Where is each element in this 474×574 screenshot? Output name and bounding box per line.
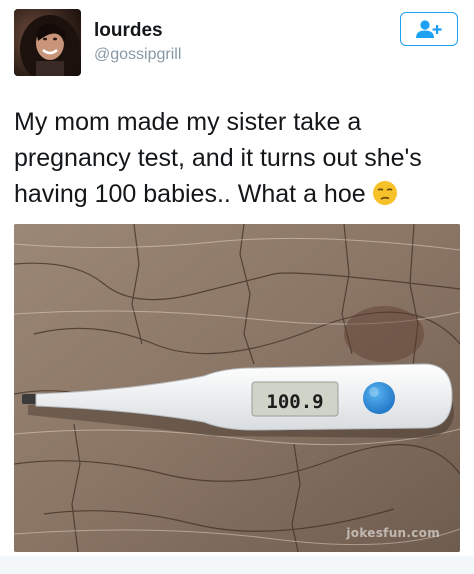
follow-user-plus-icon — [416, 20, 442, 38]
tweet-header: lourdes @gossipgrill — [0, 0, 474, 90]
tweet-media-photo[interactable]: 100.9 jokesfun.com — [14, 224, 460, 552]
watermark-text: jokesfun.com — [346, 526, 440, 540]
unamused-face-emoji-icon — [372, 180, 398, 216]
user-handle[interactable]: @gossipgrill — [94, 46, 181, 64]
display-name[interactable]: lourdes — [94, 20, 163, 42]
tweet-text-body: My mom made my sister take a pregnancy t… — [14, 108, 422, 208]
tweet-footer-divider — [0, 556, 474, 574]
avatar[interactable] — [14, 9, 81, 76]
follow-button[interactable] — [400, 12, 458, 46]
thermometer-photo: 100.9 — [14, 224, 460, 552]
tweet-text: My mom made my sister take a pregnancy t… — [14, 104, 464, 216]
thermometer-reading: 100.9 — [266, 391, 323, 413]
profile-photo-icon — [14, 9, 81, 76]
